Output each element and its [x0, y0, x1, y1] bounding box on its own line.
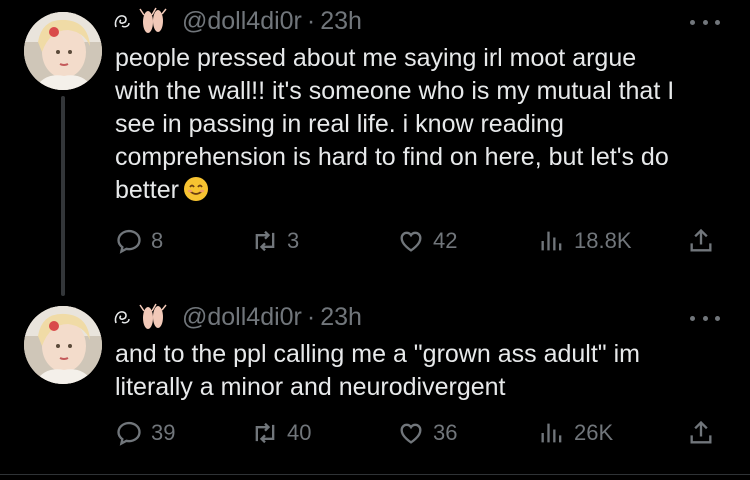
share-button[interactable]	[687, 226, 723, 256]
like-icon	[400, 231, 422, 252]
repost-count: 40	[287, 420, 312, 445]
tweet-text: people pressed about me saying irl moot …	[115, 44, 675, 204]
user-handle[interactable]: @doll4di0r	[182, 7, 302, 36]
repost-count: 3	[287, 228, 300, 253]
share-icon	[690, 228, 712, 252]
tweet-actions: 8 3 42 18.8K	[115, 226, 725, 256]
share-icon	[690, 420, 712, 444]
like-button[interactable]: 36	[397, 418, 457, 448]
swirl-icon	[112, 306, 132, 328]
reply-count: 8	[151, 228, 164, 253]
like-count: 42	[433, 228, 458, 253]
reply-icon	[117, 421, 141, 446]
ballet-shoes-icon	[138, 303, 168, 331]
repost-icon	[255, 230, 275, 252]
thread-line	[61, 96, 65, 296]
repost-button[interactable]: 3	[251, 226, 299, 256]
like-count: 36	[433, 420, 458, 445]
share-button[interactable]	[687, 418, 723, 448]
like-button[interactable]: 42	[397, 226, 457, 256]
tweet-text: and to the ppl calling me a "grown ass a…	[115, 340, 640, 401]
tweet-actions: 39 40 36 26K	[115, 418, 725, 448]
tweet[interactable]: @doll4di0r · 23h people pressed about me…	[0, 0, 750, 296]
smiling-face-emoji	[183, 176, 209, 202]
views-count: 18.8K	[574, 228, 632, 253]
ballet-shoes-icon	[138, 7, 168, 35]
views-button[interactable]: 26K	[538, 418, 613, 448]
tweet-header: @doll4di0r · 23h	[112, 302, 362, 332]
tweet-header: @doll4di0r · 23h	[112, 6, 362, 36]
swirl-icon	[112, 10, 132, 32]
avatar[interactable]	[24, 12, 102, 90]
repost-icon	[255, 422, 275, 444]
tweet[interactable]: @doll4di0r · 23h and to the ppl calling …	[0, 290, 750, 475]
repost-button[interactable]: 40	[251, 418, 311, 448]
reply-icon	[117, 229, 141, 254]
divider	[0, 474, 750, 475]
reply-button[interactable]: 8	[115, 226, 163, 256]
separator: ·	[306, 6, 316, 35]
more-icon[interactable]	[690, 308, 720, 328]
separator: ·	[306, 302, 316, 331]
avatar[interactable]	[24, 306, 102, 384]
user-handle[interactable]: @doll4di0r	[182, 303, 302, 332]
views-count: 26K	[574, 420, 614, 445]
reply-count: 39	[151, 420, 176, 445]
like-icon	[400, 423, 422, 444]
timestamp[interactable]: 23h	[320, 7, 362, 36]
views-icon	[541, 231, 562, 251]
views-icon	[541, 423, 562, 443]
views-button[interactable]: 18.8K	[538, 226, 632, 256]
more-icon[interactable]	[690, 12, 720, 32]
reply-button[interactable]: 39	[115, 418, 175, 448]
timestamp[interactable]: 23h	[320, 303, 362, 332]
